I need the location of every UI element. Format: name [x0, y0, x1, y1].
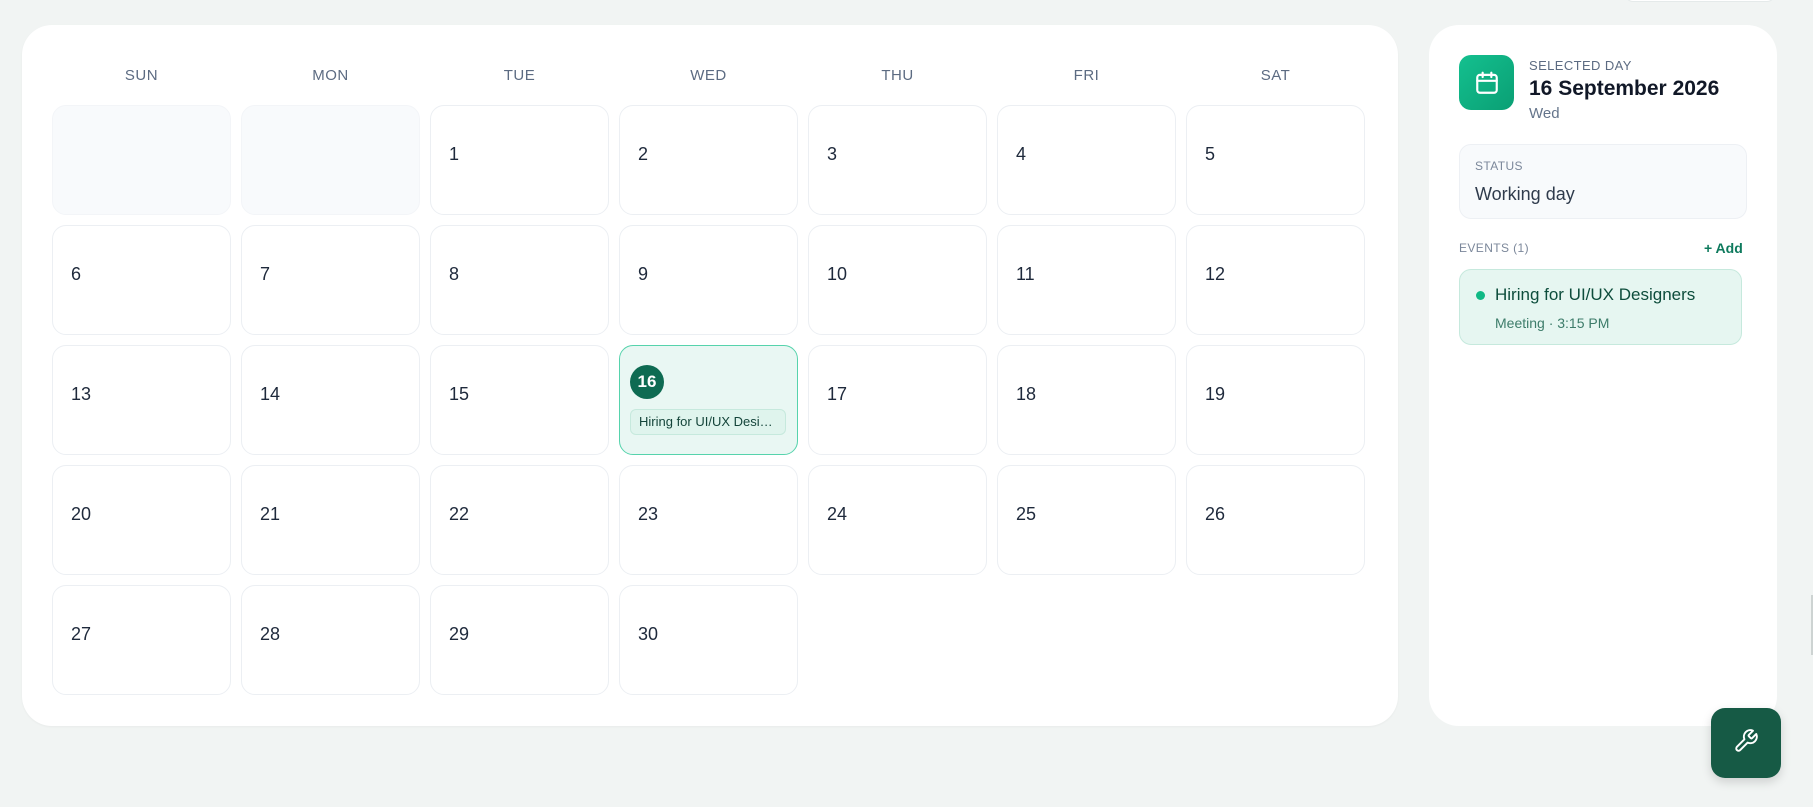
day-cell[interactable]: 10 — [808, 225, 987, 335]
day-cell[interactable]: 21 — [241, 465, 420, 575]
day-cell-empty — [241, 105, 420, 215]
day-number: 8 — [449, 264, 460, 284]
status-label: STATUS — [1475, 159, 1523, 173]
day-number-selected: 16 — [630, 365, 664, 399]
weekday-tue: TUE — [503, 67, 536, 84]
day-number: 9 — [638, 264, 649, 284]
day-number: 22 — [449, 504, 470, 524]
day-number: 23 — [638, 504, 659, 524]
day-cell[interactable]: 19 — [1186, 345, 1365, 455]
selected-day-label: SELECTED DAY — [1529, 58, 1632, 73]
event-meta: Meeting · 3:15 PM — [1495, 315, 1610, 331]
day-cell[interactable]: 4 — [997, 105, 1176, 215]
day-cell[interactable]: 3 — [808, 105, 987, 215]
day-cell[interactable]: 8 — [430, 225, 609, 335]
day-cell-empty — [52, 105, 231, 215]
day-number: 3 — [827, 144, 838, 164]
day-number: 19 — [1205, 384, 1226, 404]
month-calendar: SUN MON TUE WED THU FRI SAT 1 2 3 4 5 6 … — [22, 25, 1398, 726]
day-number: 14 — [260, 384, 281, 404]
top-toolbar-fragment — [1625, 0, 1775, 2]
selected-day-panel: SELECTED DAY 16 September 2026 Wed STATU… — [1429, 25, 1777, 726]
day-event-chip[interactable]: Hiring for UI/UX Designers — [630, 409, 786, 435]
day-number: 25 — [1016, 504, 1037, 524]
day-cell[interactable]: 28 — [241, 585, 420, 695]
day-number: 30 — [638, 624, 659, 644]
tools-fab-button[interactable] — [1711, 708, 1781, 778]
day-number: 26 — [1205, 504, 1226, 524]
event-title: Hiring for UI/UX Designers — [1495, 285, 1696, 304]
weekday-header: SUN MON TUE WED THU FRI SAT — [52, 67, 1370, 87]
wrench-icon — [1733, 728, 1759, 759]
status-value: Working day — [1475, 184, 1575, 204]
day-cell-selected[interactable]: 16 Hiring for UI/UX Designers — [619, 345, 798, 455]
weekday-thu: THU — [881, 67, 914, 84]
day-cell[interactable]: 17 — [808, 345, 987, 455]
day-cell[interactable]: 29 — [430, 585, 609, 695]
day-number: 6 — [71, 264, 82, 284]
day-cell[interactable]: 25 — [997, 465, 1176, 575]
day-number: 20 — [71, 504, 92, 524]
day-number: 7 — [260, 264, 271, 284]
weekday-sat: SAT — [1260, 67, 1291, 84]
day-cell[interactable]: 2 — [619, 105, 798, 215]
weekday-sun: SUN — [124, 67, 159, 84]
day-cell[interactable]: 11 — [997, 225, 1176, 335]
day-cell[interactable]: 24 — [808, 465, 987, 575]
weekday-wed: WED — [690, 67, 727, 84]
event-item[interactable]: Hiring for UI/UX Designers Meeting · 3:1… — [1459, 269, 1742, 345]
day-number: 13 — [71, 384, 92, 404]
day-number: 11 — [1016, 264, 1035, 284]
day-cell[interactable]: 1 — [430, 105, 609, 215]
day-number: 5 — [1205, 144, 1216, 164]
day-number: 21 — [260, 504, 281, 524]
day-cell[interactable]: 18 — [997, 345, 1176, 455]
day-cell[interactable]: 12 — [1186, 225, 1365, 335]
day-cell[interactable]: 13 — [52, 345, 231, 455]
day-cell[interactable]: 27 — [52, 585, 231, 695]
day-cell[interactable]: 14 — [241, 345, 420, 455]
day-number: 2 — [638, 144, 649, 164]
day-cell[interactable]: 22 — [430, 465, 609, 575]
day-cell[interactable]: 30 — [619, 585, 798, 695]
day-cell[interactable]: 9 — [619, 225, 798, 335]
day-cell[interactable]: 6 — [52, 225, 231, 335]
selected-weekday: Wed — [1529, 105, 1560, 122]
day-number: 12 — [1205, 264, 1226, 284]
day-cell[interactable]: 26 — [1186, 465, 1365, 575]
day-cell[interactable]: 5 — [1186, 105, 1365, 215]
day-number: 24 — [827, 504, 848, 524]
day-number: 29 — [449, 624, 470, 644]
day-number: 1 — [449, 144, 460, 164]
day-number: 17 — [827, 384, 848, 404]
selected-date: 16 September 2026 — [1529, 77, 1720, 100]
events-count-label: EVENTS (1) — [1459, 241, 1530, 255]
day-number: 15 — [449, 384, 470, 404]
weekday-fri: FRI — [1073, 67, 1100, 84]
weekday-mon: MON — [312, 67, 349, 84]
add-event-button[interactable]: + Add — [1704, 240, 1743, 256]
day-number: 10 — [827, 264, 848, 284]
app-root: SUN MON TUE WED THU FRI SAT 1 2 3 4 5 6 … — [0, 0, 1813, 807]
day-number: 18 — [1016, 384, 1037, 404]
calendar-icon — [1459, 55, 1514, 110]
day-cell[interactable]: 23 — [619, 465, 798, 575]
status-box: STATUS Working day — [1459, 144, 1747, 219]
day-cell[interactable]: 20 — [52, 465, 231, 575]
day-cell[interactable]: 7 — [241, 225, 420, 335]
event-status-dot — [1476, 291, 1485, 300]
day-number: 4 — [1016, 144, 1027, 164]
day-cell[interactable]: 15 — [430, 345, 609, 455]
day-number: 27 — [71, 624, 92, 644]
day-number: 28 — [260, 624, 281, 644]
